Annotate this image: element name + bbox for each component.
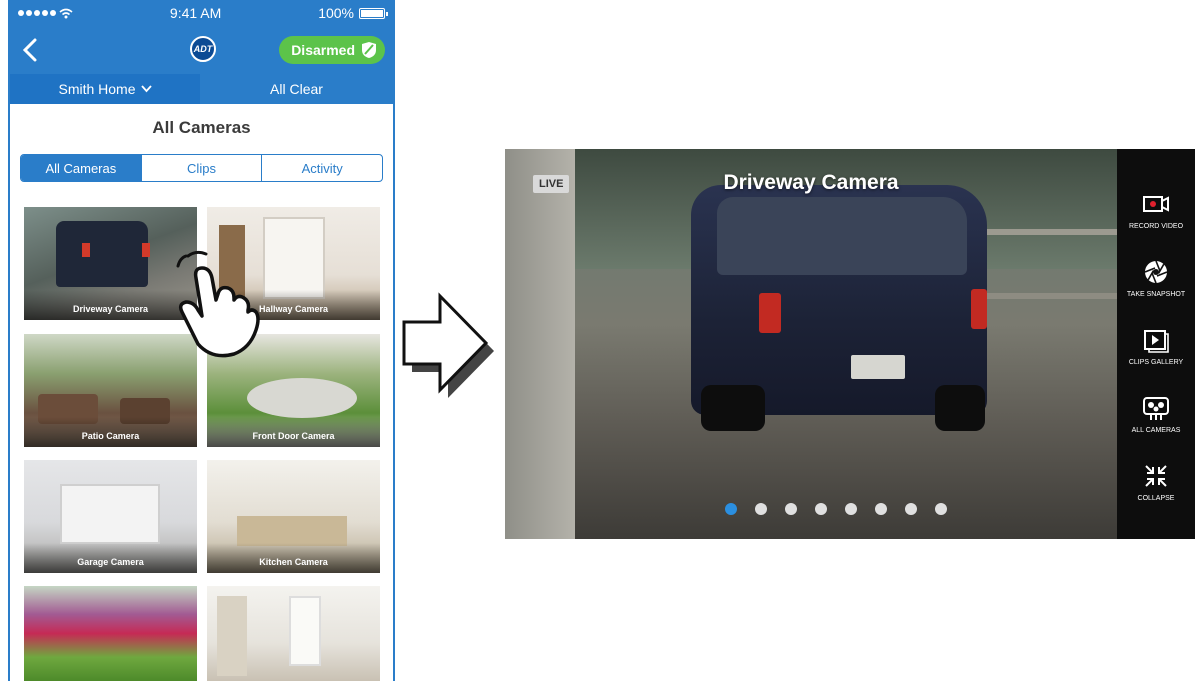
video-feed bbox=[505, 149, 1117, 539]
video-title: Driveway Camera bbox=[723, 171, 899, 194]
take-snapshot-button[interactable]: TAKE SNAPSHOT bbox=[1117, 257, 1195, 325]
battery-icon bbox=[359, 7, 388, 19]
page-dot[interactable] bbox=[755, 503, 767, 515]
location-name: Smith Home bbox=[58, 81, 136, 97]
battery-percent: 100% bbox=[318, 5, 354, 21]
adt-logo: ADT bbox=[190, 36, 216, 62]
battery-indicator: 100% bbox=[318, 5, 388, 21]
clips-gallery-icon bbox=[1144, 330, 1169, 353]
camera-name: Patio Camera bbox=[24, 417, 197, 447]
signal-dots-icon bbox=[18, 10, 56, 16]
doorway bbox=[289, 596, 321, 666]
screen: 9:41 AM 100% ADT Disarmed Smith Home All… bbox=[0, 0, 1195, 681]
tab-all-cameras[interactable]: All Cameras bbox=[21, 155, 141, 181]
suv-shape bbox=[56, 221, 148, 287]
fence bbox=[975, 229, 1117, 299]
all-cameras-icon bbox=[1143, 397, 1169, 420]
record-video-icon bbox=[1143, 196, 1169, 212]
status-bar: 9:41 AM 100% bbox=[10, 0, 393, 26]
location-selector[interactable]: Smith Home bbox=[10, 74, 200, 104]
player-controls: RECORD VIDEO TAKE SNAPSHOT CLIPS GALLERY… bbox=[1117, 149, 1195, 539]
control-label: ALL CAMERAS bbox=[1131, 427, 1181, 434]
tab-bar: All Cameras Clips Activity bbox=[20, 154, 383, 182]
status-time: 9:41 AM bbox=[169, 5, 222, 21]
snapshot-icon bbox=[1144, 260, 1168, 284]
chevron-left-icon bbox=[22, 38, 37, 62]
suv-window bbox=[717, 197, 967, 275]
camera-name: Garage Camera bbox=[24, 543, 197, 573]
page-dot[interactable] bbox=[785, 503, 797, 515]
control-label: TAKE SNAPSHOT bbox=[1126, 291, 1186, 298]
tab-clips[interactable]: Clips bbox=[140, 155, 262, 181]
page-dot[interactable] bbox=[875, 503, 887, 515]
camera-name: Kitchen Camera bbox=[207, 543, 380, 573]
battery-fill bbox=[361, 9, 383, 17]
transition-arrow-icon bbox=[402, 292, 494, 398]
page-dot[interactable] bbox=[845, 503, 857, 515]
tap-hand-icon bbox=[176, 250, 260, 358]
location-bar: Smith Home All Clear bbox=[10, 74, 393, 104]
tab-activity[interactable]: Activity bbox=[261, 155, 382, 181]
signal-indicator bbox=[18, 8, 73, 19]
tire bbox=[701, 385, 765, 431]
garage-wall bbox=[505, 149, 575, 539]
tail-light bbox=[759, 293, 781, 333]
walkway bbox=[247, 378, 357, 418]
page-dot[interactable] bbox=[815, 503, 827, 515]
system-status: All Clear bbox=[200, 74, 393, 104]
wifi-icon bbox=[59, 8, 73, 18]
license-plate bbox=[851, 355, 905, 379]
camera-tile-garden[interactable] bbox=[24, 586, 197, 681]
page-title: All Cameras bbox=[152, 118, 251, 137]
tail-light bbox=[971, 289, 987, 329]
live-video-player[interactable]: LIVE Driveway Camera RECORD VIDEO TAKE S… bbox=[505, 149, 1195, 539]
page-dot[interactable] bbox=[725, 503, 737, 515]
camera-tile-room[interactable] bbox=[207, 586, 380, 681]
collapse-icon bbox=[1145, 465, 1167, 487]
tire bbox=[935, 385, 985, 431]
camera-name: Front Door Camera bbox=[207, 417, 380, 447]
all-cameras-button[interactable]: ALL CAMERAS bbox=[1117, 393, 1195, 461]
kitchen-counter bbox=[237, 516, 347, 546]
disarmed-button[interactable]: Disarmed bbox=[279, 36, 385, 64]
control-label: COLLAPSE bbox=[1137, 495, 1175, 502]
shield-icon bbox=[362, 42, 376, 58]
record-video-button[interactable]: RECORD VIDEO bbox=[1117, 189, 1195, 257]
control-label: RECORD VIDEO bbox=[1128, 223, 1184, 230]
collapse-button[interactable]: COLLAPSE bbox=[1117, 461, 1195, 529]
page-dot[interactable] bbox=[905, 503, 917, 515]
clips-gallery-button[interactable]: CLIPS GALLERY bbox=[1117, 325, 1195, 393]
arm-status-label: Disarmed bbox=[291, 42, 355, 58]
camera-tile-garage[interactable]: Garage Camera bbox=[24, 460, 197, 573]
door-shape bbox=[263, 217, 325, 299]
chevron-down-icon bbox=[140, 85, 152, 93]
bookshelf bbox=[217, 596, 247, 676]
nav-bar: ADT Disarmed bbox=[10, 26, 393, 74]
back-button[interactable] bbox=[16, 33, 44, 67]
page-dot[interactable] bbox=[935, 503, 947, 515]
page-indicator[interactable] bbox=[725, 503, 947, 515]
camera-tile-kitchen[interactable]: Kitchen Camera bbox=[207, 460, 380, 573]
tail-light bbox=[82, 243, 90, 257]
garage-door bbox=[60, 484, 160, 544]
control-label: CLIPS GALLERY bbox=[1128, 359, 1184, 366]
tail-light bbox=[142, 243, 150, 257]
